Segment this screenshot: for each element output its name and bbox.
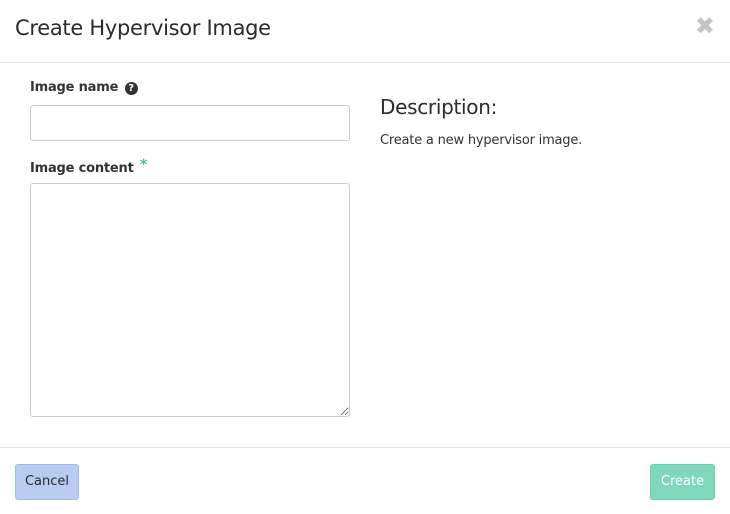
close-icon[interactable]: ✖ [695,14,715,38]
image-content-label: Image content * [30,157,147,176]
dialog-header: Create Hypervisor Image ✖ [0,0,730,63]
question-circle-icon[interactable]: ? [124,82,138,95]
description-heading: Description: [380,95,498,119]
create-button[interactable]: Create [650,464,715,500]
cancel-button[interactable]: Cancel [15,464,79,500]
image-content-label-text: Image content [30,161,134,176]
image-name-label: Image name ? [30,80,138,95]
dialog-title: Create Hypervisor Image [15,16,271,40]
create-hypervisor-image-dialog: Create Hypervisor Image ✖ Image name ? I… [0,0,730,514]
required-asterisk: * [139,157,148,173]
image-content-textarea[interactable] [30,183,350,417]
description-text: Create a new hypervisor image. [380,133,583,148]
dialog-footer: Cancel Create [0,447,730,514]
image-name-label-text: Image name [30,80,119,95]
image-name-input[interactable] [30,105,350,141]
